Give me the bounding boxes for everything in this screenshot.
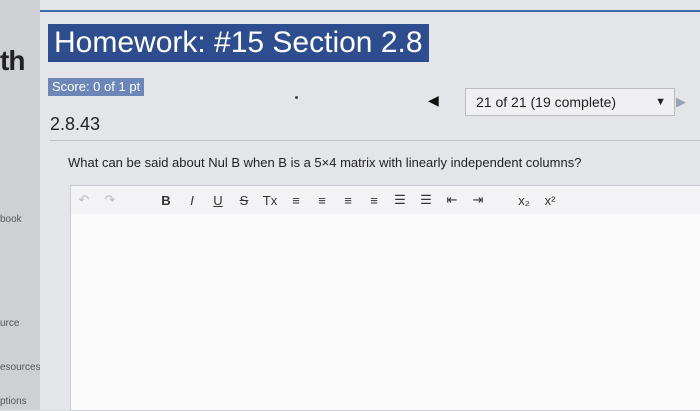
underline-button[interactable]: U	[205, 188, 231, 212]
clear-format-button[interactable]: Tx	[257, 188, 283, 212]
sidebar-item-book[interactable]: book	[0, 214, 22, 225]
left-sidebar: th book urce esources ptions	[0, 0, 41, 410]
bold-button[interactable]: B	[153, 188, 179, 212]
decorative-dot	[295, 96, 298, 99]
align-justify-icon[interactable]: ≡	[361, 188, 387, 212]
strikethrough-button[interactable]: S	[231, 188, 257, 212]
question-selector[interactable]: 21 of 21 (19 complete) ▼	[465, 88, 675, 116]
header-divider	[40, 10, 700, 12]
question-selector-label: 21 of 21 (19 complete)	[476, 94, 617, 110]
answer-editor[interactable]	[70, 214, 700, 411]
page-title: Homework: #15 Section 2.8	[48, 24, 429, 62]
indent-icon[interactable]: ⇥	[465, 188, 491, 212]
align-left-icon[interactable]: ≡	[283, 188, 309, 212]
bullet-list-icon[interactable]: ☰	[387, 188, 413, 212]
question-number: 2.8.43	[50, 114, 101, 134]
sidebar-item-options[interactable]: ptions	[0, 396, 27, 407]
redo-icon[interactable]: ↷	[97, 188, 123, 212]
editor-toolbar: ↶ ↷ B I U S Tx ≡ ≡ ≡ ≡ ☰ ☰ ⇤ ⇥ x₂ x²	[70, 185, 700, 215]
sidebar-item-resources[interactable]: esources	[0, 362, 41, 373]
align-right-icon[interactable]: ≡	[335, 188, 361, 212]
subscript-button[interactable]: x₂	[511, 188, 537, 212]
undo-icon[interactable]: ↶	[71, 188, 97, 212]
outdent-icon[interactable]: ⇤	[439, 188, 465, 212]
superscript-button[interactable]: x²	[537, 188, 563, 212]
question-text: What can be said about Nul B when B is a…	[68, 155, 582, 170]
section-divider	[50, 140, 700, 141]
align-center-icon[interactable]: ≡	[309, 188, 335, 212]
chevron-down-icon: ▼	[655, 96, 666, 108]
sidebar-brand: th	[0, 45, 25, 76]
numbered-list-icon[interactable]: ☰	[413, 188, 439, 212]
main-panel: Homework: #15 Section 2.8 Score: 0 of 1 …	[40, 0, 700, 411]
previous-question-button[interactable]: ◀	[428, 92, 439, 109]
score-badge: Score: 0 of 1 pt	[48, 78, 145, 96]
italic-button[interactable]: I	[179, 188, 205, 212]
next-question-button[interactable]: ▶	[676, 94, 686, 110]
sidebar-item-source[interactable]: urce	[0, 318, 19, 329]
